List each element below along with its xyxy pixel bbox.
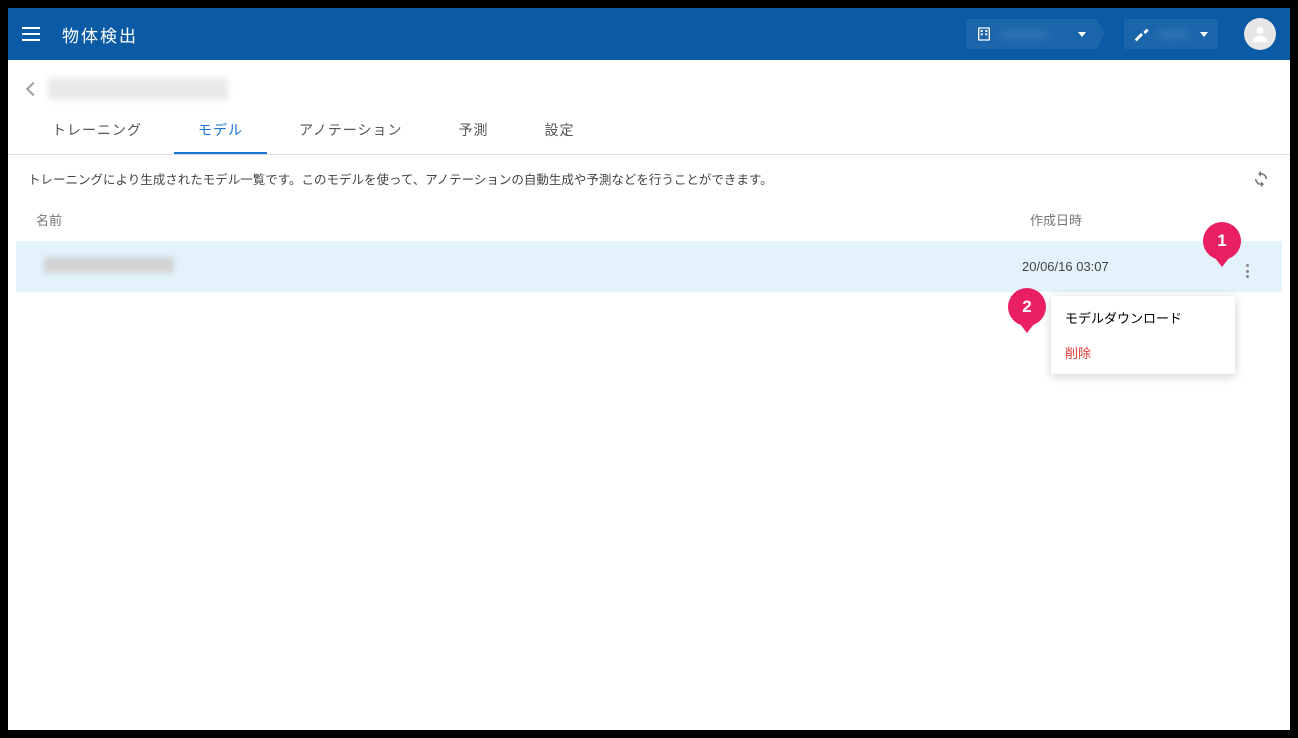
avatar[interactable] — [1244, 18, 1276, 50]
description-text: トレーニングにより生成されたモデル一覧です。このモデルを使って、アノテーションの… — [28, 169, 773, 188]
row-actions-button[interactable] — [1232, 255, 1262, 278]
refresh-icon[interactable] — [1252, 170, 1270, 188]
more-vert-icon — [1246, 264, 1249, 278]
col-name-header: 名前 — [28, 210, 1030, 229]
annotation-1: 1 — [1203, 222, 1241, 260]
row-name — [36, 257, 1022, 276]
app-title: 物体検出 — [62, 22, 138, 47]
table-header: 名前 作成日時 — [8, 198, 1290, 241]
back-icon[interactable] — [26, 82, 40, 96]
tab-settings[interactable]: 設定 — [520, 110, 598, 154]
building-icon — [976, 26, 992, 42]
context-menu: モデルダウンロード 削除 — [1051, 296, 1235, 374]
annotation-2: 2 — [1008, 288, 1046, 326]
caret-down-icon — [1200, 32, 1208, 37]
tool-selector-value: xxxxx — [1158, 27, 1188, 41]
tab-prediction[interactable]: 予測 — [434, 110, 512, 154]
menu-download[interactable]: モデルダウンロード — [1051, 300, 1235, 335]
tool-selector[interactable]: xxxxx — [1124, 19, 1218, 49]
tab-training[interactable]: トレーニング — [28, 110, 166, 154]
row-date: 20/06/16 03:07 — [1022, 259, 1232, 274]
tab-model[interactable]: モデル — [174, 110, 267, 154]
breadcrumb — [8, 60, 1290, 110]
org-selector-value: xxxxxxxx — [1000, 27, 1066, 41]
caret-down-icon — [1078, 32, 1086, 37]
top-bar: 物体検出 xxxxxxxx xxxxx — [8, 8, 1290, 60]
org-selector[interactable]: xxxxxxxx — [966, 19, 1096, 49]
table-row[interactable]: 20/06/16 03:07 — [16, 241, 1282, 292]
wrench-icon — [1134, 26, 1150, 42]
tab-annotation[interactable]: アノテーション — [275, 110, 426, 154]
menu-icon[interactable] — [22, 22, 46, 46]
menu-delete[interactable]: 削除 — [1051, 335, 1235, 370]
breadcrumb-title — [48, 78, 228, 100]
tabs: トレーニング モデル アノテーション 予測 設定 — [8, 110, 1290, 155]
